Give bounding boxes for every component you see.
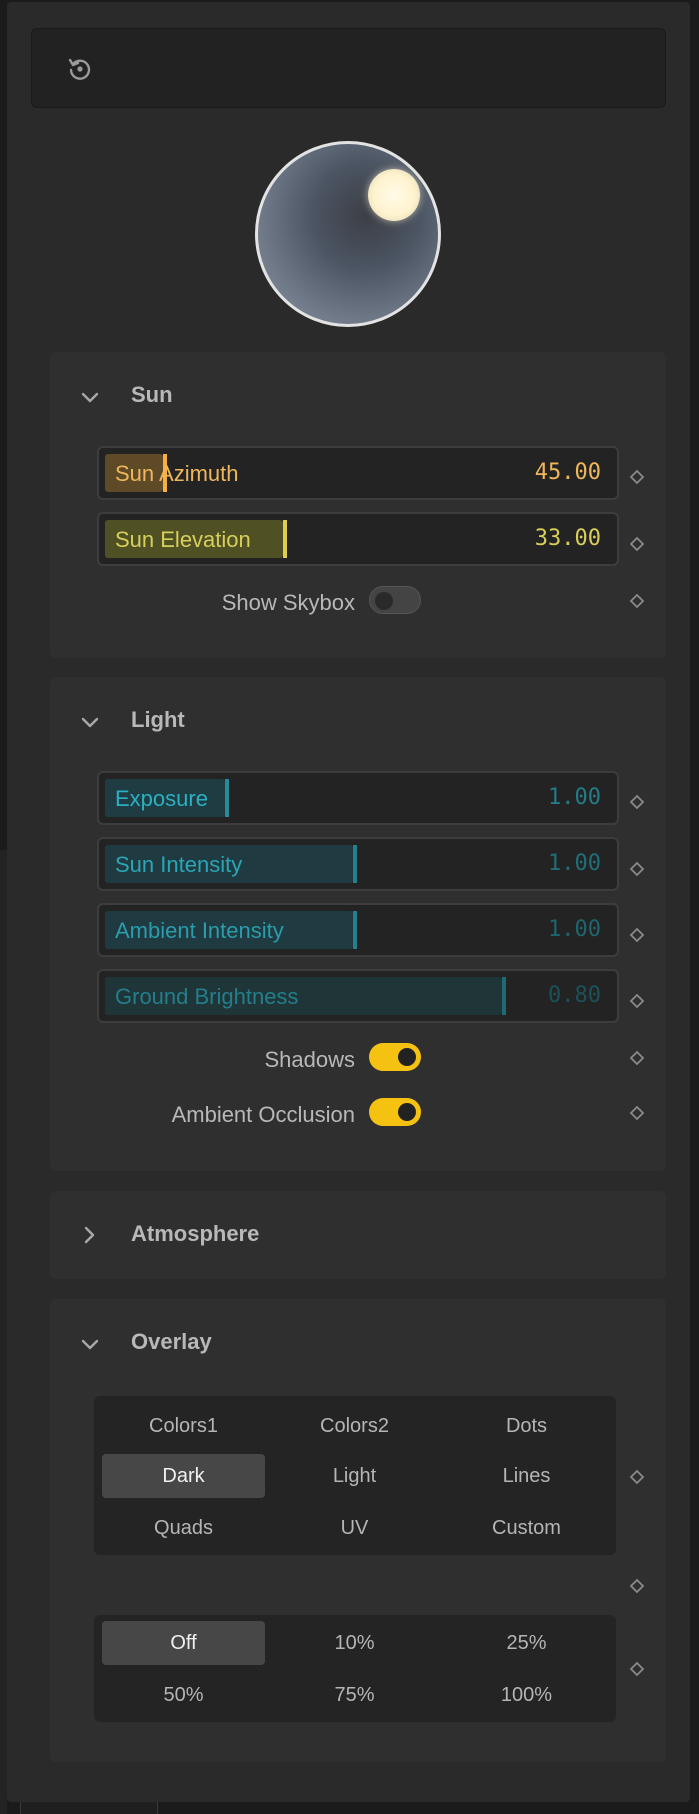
texture-option[interactable]: Lines (445, 1454, 608, 1498)
ground-brightness-slider[interactable]: Ground Brightness 0.80 (97, 969, 619, 1023)
overlay-opacity-grid: Off 10% 25% 50% 75% 100% (94, 1615, 616, 1722)
texture-option[interactable]: Quads (102, 1506, 265, 1550)
slider-label: Ground Brightness (115, 984, 299, 1009)
slider-label: Exposure (115, 786, 208, 811)
opacity-option-selected[interactable]: Off (102, 1621, 265, 1665)
texture-option[interactable]: UV (273, 1506, 436, 1550)
show-skybox-label: Show Skybox (221, 590, 355, 615)
slider-handle[interactable] (353, 845, 357, 883)
overlay-section-header[interactable]: Overlay (50, 1299, 666, 1389)
ambient-occlusion-label: Ambient Occlusion (171, 1102, 355, 1127)
section-title: Overlay (131, 1329, 212, 1354)
keyframe-diamond-icon[interactable] (628, 992, 646, 1010)
atmosphere-section: Atmosphere (50, 1191, 666, 1279)
reset-icon (68, 58, 91, 80)
reset-button[interactable] (62, 51, 98, 87)
slider-label: Sun Azimuth (115, 461, 239, 486)
panel-toolbar (31, 28, 666, 108)
sky-sphere (255, 141, 441, 327)
slider-label: Ambient Intensity (115, 918, 284, 943)
show-skybox-toggle[interactable] (369, 586, 421, 614)
sun-section: Sun Sun Azimuth 45.00 Sun Elevation 33.0… (50, 352, 666, 658)
keyframe-diamond-icon[interactable] (628, 1468, 646, 1486)
section-title: Sun (131, 382, 173, 407)
toggle-knob (375, 592, 393, 610)
opacity-option[interactable]: 50% (102, 1673, 265, 1717)
chevron-down-icon (80, 388, 100, 408)
toggle-knob (398, 1103, 416, 1121)
chevron-right-icon (80, 1225, 100, 1245)
keyframe-diamond-icon[interactable] (628, 592, 646, 610)
side-strip (0, 850, 7, 1814)
overlay-section: Overlay Colors1 Colors2 Dots Dark Light … (50, 1299, 666, 1762)
overlay-texture-grid: Colors1 Colors2 Dots Dark Light Lines Qu… (94, 1396, 616, 1555)
sun-elevation-slider[interactable]: Sun Elevation 33.00 (97, 512, 619, 566)
slider-handle[interactable] (353, 911, 357, 949)
opacity-option[interactable]: 25% (445, 1621, 608, 1665)
keyframe-diamond-icon[interactable] (628, 860, 646, 878)
slider-value: 33.00 (534, 526, 601, 551)
exposure-slider[interactable]: Exposure 1.00 (97, 771, 619, 825)
section-title: Atmosphere (131, 1221, 260, 1246)
slider-value: 45.00 (534, 460, 601, 485)
keyframe-diamond-icon[interactable] (628, 793, 646, 811)
keyframe-diamond-icon[interactable] (628, 1049, 646, 1067)
keyframe-diamond-icon[interactable] (628, 468, 646, 486)
slider-value: 0.80 (548, 983, 601, 1008)
sun-section-header[interactable]: Sun (50, 352, 666, 442)
slider-label: Sun Intensity (115, 852, 243, 877)
texture-option[interactable]: Light (273, 1454, 436, 1498)
sun-position-sphere[interactable] (255, 141, 441, 327)
atmosphere-section-header[interactable]: Atmosphere (50, 1191, 666, 1279)
texture-option[interactable]: Dots (445, 1404, 608, 1448)
keyframe-diamond-icon[interactable] (628, 1660, 646, 1678)
slider-value: 1.00 (548, 851, 601, 876)
slider-handle[interactable] (225, 779, 229, 817)
toggle-knob (398, 1048, 416, 1066)
ambient-intensity-slider[interactable]: Ambient Intensity 1.00 (97, 903, 619, 957)
opacity-option[interactable]: 100% (445, 1673, 608, 1717)
shadows-label: Shadows (264, 1047, 355, 1072)
texture-option[interactable]: Colors2 (273, 1404, 436, 1448)
light-section-header[interactable]: Light (50, 677, 666, 767)
chevron-down-icon (80, 1335, 100, 1355)
chevron-down-icon (80, 713, 100, 733)
texture-option[interactable]: Colors1 (102, 1404, 265, 1448)
slider-value: 1.00 (548, 917, 601, 942)
sun-azimuth-slider[interactable]: Sun Azimuth 45.00 (97, 446, 619, 500)
section-title: Light (131, 707, 185, 732)
ambient-occlusion-toggle[interactable] (369, 1098, 421, 1126)
slider-value: 1.00 (548, 785, 601, 810)
light-section: Light Exposure 1.00 Sun Intensity 1.00 A… (50, 677, 666, 1171)
keyframe-diamond-icon[interactable] (628, 926, 646, 944)
texture-option-selected[interactable]: Dark (102, 1454, 265, 1498)
slider-handle[interactable] (502, 977, 506, 1015)
keyframe-diamond-icon[interactable] (628, 535, 646, 553)
keyframe-diamond-icon[interactable] (628, 1104, 646, 1122)
slider-handle[interactable] (283, 520, 287, 558)
opacity-option[interactable]: 75% (273, 1673, 436, 1717)
slider-label: Sun Elevation (115, 527, 251, 552)
shadows-toggle[interactable] (369, 1043, 421, 1071)
texture-option[interactable]: Custom (445, 1506, 608, 1550)
sun-intensity-slider[interactable]: Sun Intensity 1.00 (97, 837, 619, 891)
environment-panel: Sun Sun Azimuth 45.00 Sun Elevation 33.0… (7, 2, 690, 1802)
keyframe-diamond-icon[interactable] (628, 1577, 646, 1595)
sun-handle[interactable] (368, 169, 420, 221)
opacity-option[interactable]: 10% (273, 1621, 436, 1665)
